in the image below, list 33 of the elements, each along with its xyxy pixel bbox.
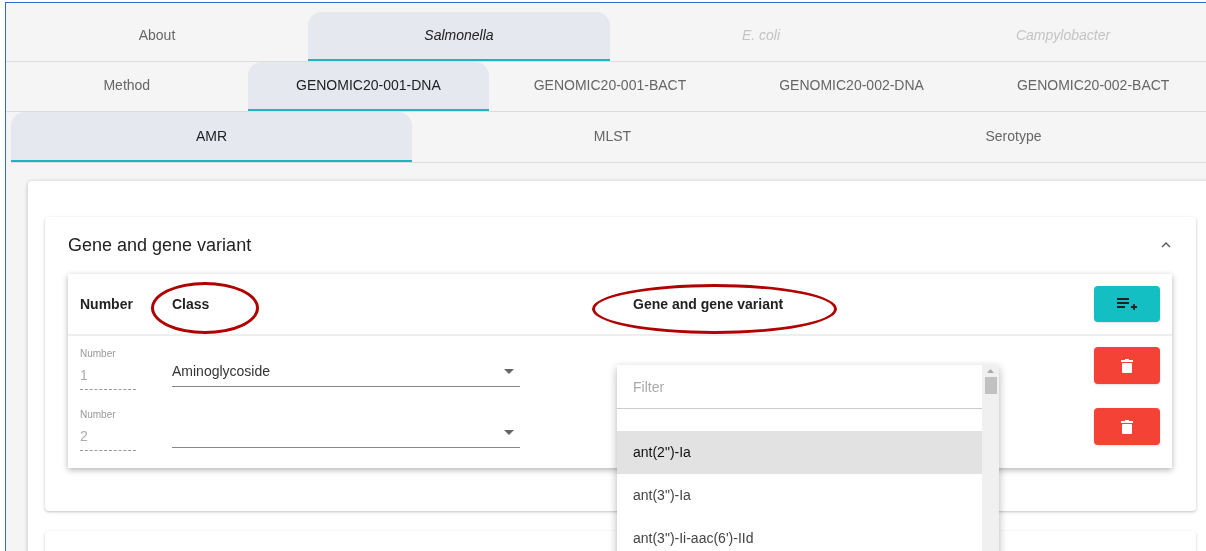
tab[interactable]: Method <box>6 62 248 111</box>
delete-button[interactable] <box>1094 347 1160 384</box>
dropdown-arrow-icon <box>504 429 514 435</box>
delete-button[interactable] <box>1094 408 1160 445</box>
number-field: 2 <box>80 426 136 451</box>
collapse-icon[interactable] <box>1161 242 1171 248</box>
dropdown-arrow-icon <box>504 368 514 374</box>
tab[interactable]: GENOMIC20-002-BACT <box>972 62 1206 111</box>
trash-icon <box>1121 419 1133 434</box>
class-select[interactable]: Aminoglycoside <box>172 356 520 387</box>
column-header: Number <box>80 294 134 314</box>
tab[interactable]: Serotype <box>813 112 1206 162</box>
number-field: 1 <box>80 365 136 390</box>
trash-icon <box>1121 358 1133 373</box>
tab[interactable]: AMR <box>11 112 412 162</box>
tab[interactable]: MLST <box>412 112 813 162</box>
column-header: Gene and gene variant <box>633 294 785 314</box>
column-header: Class <box>172 294 211 314</box>
dropdown-option[interactable]: ant(2")-Ia <box>617 431 982 474</box>
tab[interactable]: GENOMIC20-001-DNA <box>247 62 490 111</box>
add-row-button[interactable] <box>1094 286 1160 322</box>
field-label: Number <box>80 347 117 361</box>
tab[interactable]: GENOMIC20-001-BACT <box>489 62 731 111</box>
field-label: Number <box>80 408 117 422</box>
scroll-up-icon[interactable] <box>987 369 994 373</box>
scrollbar[interactable] <box>982 365 999 551</box>
tab[interactable]: GENOMIC20-002-DNA <box>730 62 973 111</box>
add-list-icon <box>1117 297 1137 311</box>
scroll-thumb[interactable] <box>984 377 997 394</box>
tab[interactable]: Salmonella <box>308 12 610 61</box>
tab[interactable]: About <box>6 12 308 61</box>
filter-field[interactable]: Filter <box>617 365 982 409</box>
panel-title: Gene and gene variant <box>68 233 252 257</box>
